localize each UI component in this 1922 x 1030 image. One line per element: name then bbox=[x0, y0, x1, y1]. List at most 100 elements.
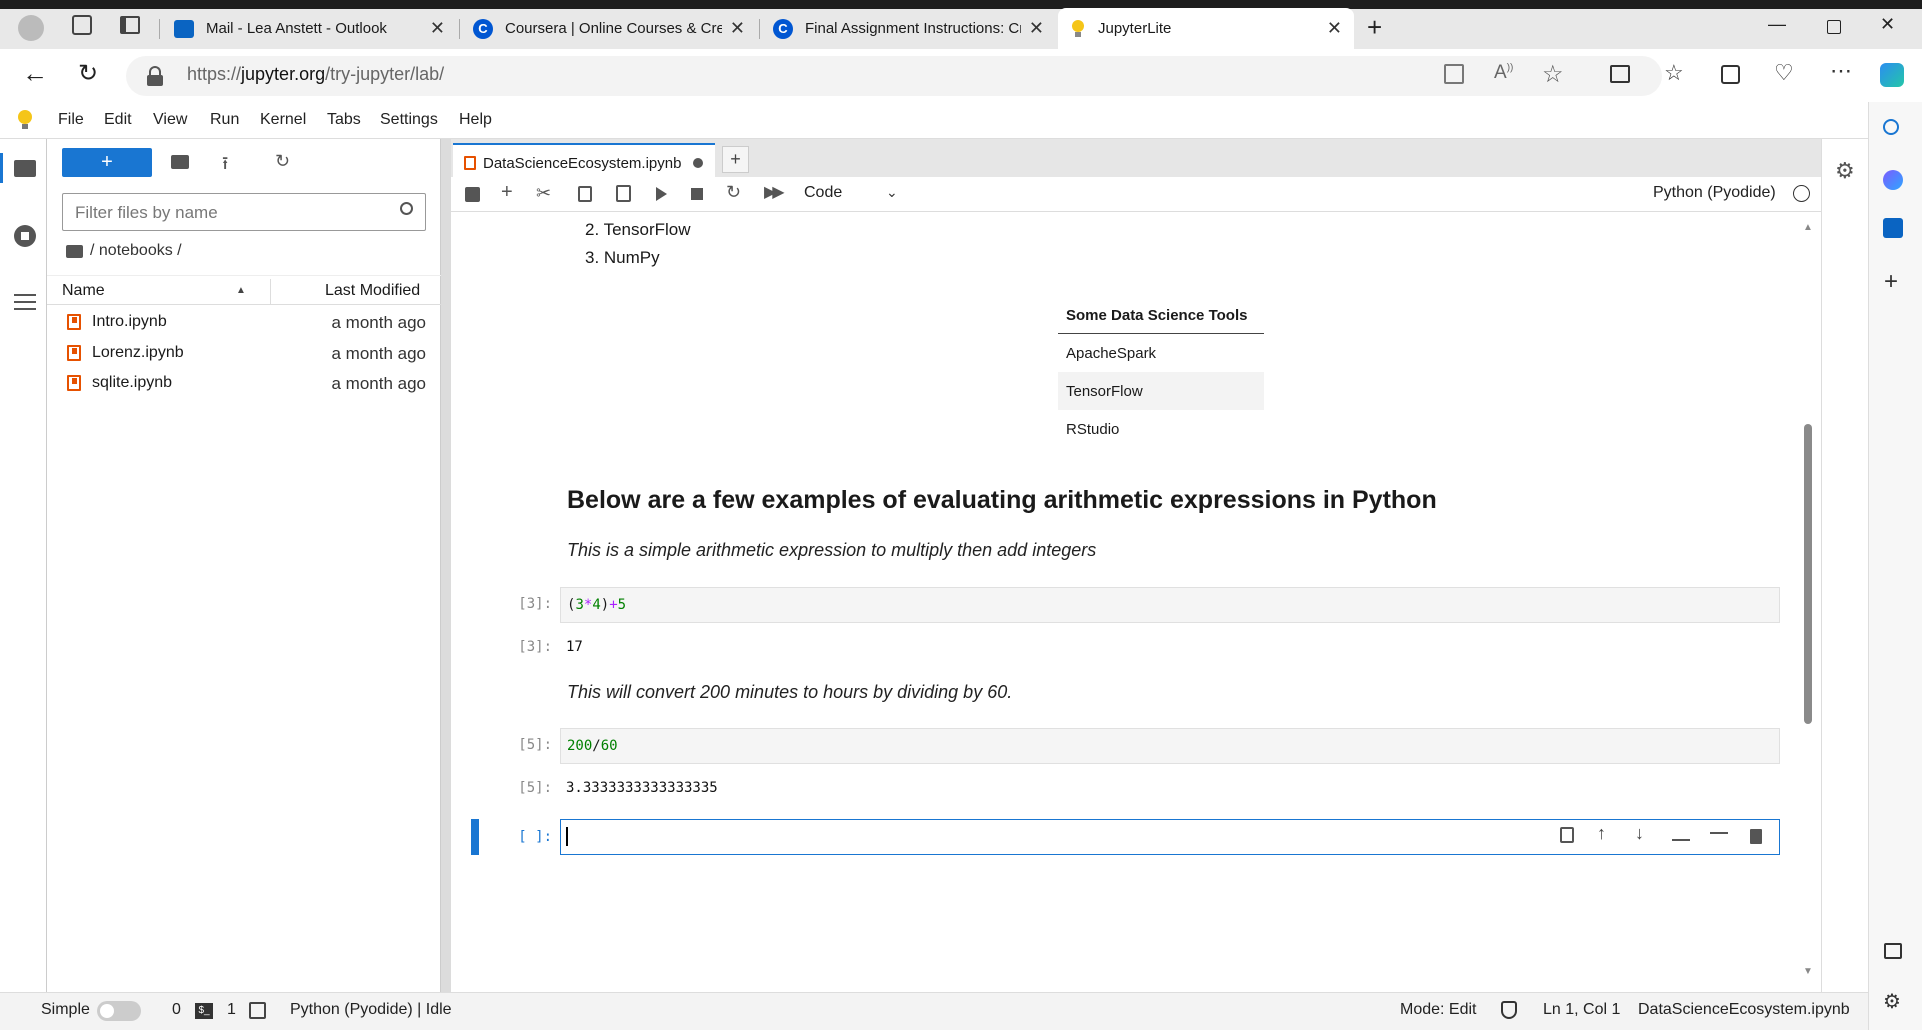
file-item[interactable]: Intro.ipynb a month ago bbox=[47, 307, 441, 338]
menu-tabs[interactable]: Tabs bbox=[327, 111, 361, 129]
kernels-count[interactable]: 1 bbox=[227, 1001, 236, 1019]
breadcrumb[interactable]: / notebooks / bbox=[90, 242, 182, 260]
menu-kernel[interactable]: Kernel bbox=[260, 111, 306, 129]
jupyter-logo-icon bbox=[16, 108, 34, 132]
code-cell-input[interactable]: (3*4)+5 bbox=[560, 587, 1780, 623]
kernel-name[interactable]: Python (Pyodide) bbox=[1653, 184, 1776, 202]
new-folder-icon[interactable] bbox=[171, 155, 189, 169]
copy-icon[interactable] bbox=[578, 186, 592, 202]
workspaces-icon[interactable] bbox=[72, 15, 92, 35]
menu-edit[interactable]: Edit bbox=[104, 111, 132, 129]
browser-essentials-icon[interactable]: ♡ bbox=[1774, 60, 1794, 86]
duplicate-cell-icon[interactable] bbox=[1560, 827, 1574, 843]
vertical-tabs-icon[interactable] bbox=[120, 16, 140, 34]
notebook-tab[interactable]: DataScienceEcosystem.ipynb bbox=[453, 143, 715, 178]
split-screen-icon[interactable] bbox=[1610, 65, 1630, 83]
column-name[interactable]: Name bbox=[62, 282, 105, 300]
edit-mode[interactable]: Mode: Edit bbox=[1400, 1001, 1476, 1019]
menu-settings[interactable]: Settings bbox=[380, 111, 438, 129]
delete-cell-icon[interactable] bbox=[1750, 829, 1762, 844]
current-filename[interactable]: DataScienceEcosystem.ipynb bbox=[1638, 1001, 1850, 1019]
column-last-modified[interactable]: Last Modified bbox=[325, 282, 420, 300]
scrollbar-thumb[interactable] bbox=[1804, 424, 1812, 724]
paste-icon[interactable] bbox=[616, 185, 631, 202]
search-icon[interactable] bbox=[1883, 119, 1899, 135]
menu-file[interactable]: File bbox=[58, 111, 84, 129]
table-row: RStudio bbox=[1066, 421, 1120, 438]
refresh-button[interactable]: ↻ bbox=[78, 59, 98, 88]
save-icon[interactable] bbox=[465, 187, 480, 202]
insert-below-icon[interactable] bbox=[1672, 827, 1690, 841]
upload-icon[interactable]: ⭱ bbox=[222, 151, 228, 181]
collections-icon[interactable] bbox=[1721, 65, 1740, 84]
markdown-text: This is a simple arithmetic expression t… bbox=[567, 540, 1097, 560]
scroll-down-icon[interactable]: ▼ bbox=[1803, 966, 1813, 977]
refresh-files-icon[interactable]: ↻ bbox=[275, 151, 290, 172]
close-icon[interactable]: ✕ bbox=[730, 18, 745, 39]
panel-splitter[interactable] bbox=[441, 139, 451, 992]
favorite-icon[interactable]: ☆ bbox=[1542, 60, 1564, 89]
move-down-icon[interactable]: ↓ bbox=[1635, 823, 1653, 843]
stop-icon[interactable] bbox=[691, 188, 703, 200]
tab-final-assignment[interactable]: C Final Assignment Instructions: Cr ✕ bbox=[761, 8, 1056, 49]
notebook-tab-title: DataScienceEcosystem.ipynb bbox=[483, 155, 682, 172]
minimize-button[interactable]: — bbox=[1768, 14, 1786, 35]
close-icon[interactable]: ✕ bbox=[1029, 18, 1044, 39]
copilot-icon[interactable] bbox=[1880, 63, 1904, 87]
running-icon[interactable] bbox=[14, 225, 36, 247]
scroll-up-icon[interactable]: ▲ bbox=[1803, 222, 1813, 233]
cell-type-select[interactable]: Code bbox=[804, 184, 842, 202]
tab-jupyterlite[interactable]: JupyterLite ✕ bbox=[1058, 8, 1354, 49]
new-tab-button[interactable]: + bbox=[1367, 12, 1382, 43]
kernel-status[interactable]: Python (Pyodide) | Idle bbox=[290, 1001, 452, 1019]
copilot-app-icon[interactable] bbox=[1883, 170, 1903, 190]
shield-icon[interactable] bbox=[1501, 1001, 1517, 1019]
read-aloud-icon[interactable]: A)) bbox=[1494, 62, 1513, 84]
menu-view[interactable]: View bbox=[153, 111, 187, 129]
folder-icon[interactable] bbox=[14, 160, 36, 177]
close-icon[interactable]: ✕ bbox=[430, 18, 445, 39]
back-button[interactable]: ← bbox=[22, 60, 48, 86]
run-icon[interactable] bbox=[656, 187, 667, 201]
kernel-chip-icon[interactable] bbox=[249, 1002, 266, 1019]
more-icon[interactable]: ⋯ bbox=[1830, 58, 1852, 84]
cut-icon[interactable]: ✂ bbox=[536, 183, 551, 204]
fast-forward-icon[interactable]: ▶▶ bbox=[764, 182, 785, 202]
tab-coursera[interactable]: C Coursera | Online Courses & Cre ✕ bbox=[461, 8, 757, 49]
cursor-position[interactable]: Ln 1, Col 1 bbox=[1543, 1001, 1620, 1019]
move-up-icon[interactable]: ↑ bbox=[1597, 823, 1615, 843]
url-text[interactable]: https://jupyter.org/try-jupyter/lab/ bbox=[187, 64, 444, 85]
app-available-icon[interactable] bbox=[1444, 64, 1464, 84]
input-prompt: [5]: bbox=[518, 737, 552, 753]
terminal-icon[interactable]: $_ bbox=[195, 1003, 213, 1019]
add-app-icon[interactable]: + bbox=[1884, 268, 1898, 296]
favorites-icon[interactable]: ☆ bbox=[1664, 60, 1684, 86]
toc-icon[interactable] bbox=[14, 294, 36, 310]
restore-button[interactable] bbox=[1827, 20, 1841, 34]
new-launcher-button[interactable]: + bbox=[62, 148, 152, 177]
restart-icon[interactable]: ↻ bbox=[726, 182, 741, 203]
unsaved-dot-icon[interactable] bbox=[693, 158, 703, 168]
code-cell-input[interactable]: 200/60 bbox=[560, 728, 1780, 764]
file-item[interactable]: Lorenz.ipynb a month ago bbox=[47, 338, 441, 369]
menu-run[interactable]: Run bbox=[210, 111, 239, 129]
settings-icon[interactable]: ⚙ bbox=[1883, 989, 1901, 1014]
tab-outlook[interactable]: Mail - Lea Anstett - Outlook ✕ bbox=[162, 8, 457, 49]
insert-above-icon[interactable] bbox=[1710, 832, 1728, 846]
terminals-count[interactable]: 0 bbox=[172, 1001, 181, 1019]
table-header: Some Data Science Tools bbox=[1058, 296, 1264, 334]
data-science-tools-table: Some Data Science Tools ApacheSpark Tens… bbox=[1058, 296, 1264, 448]
profile-avatar[interactable] bbox=[18, 15, 44, 41]
filter-files-input[interactable]: Filter files by name bbox=[62, 193, 426, 231]
file-item[interactable]: sqlite.ipynb a month ago bbox=[47, 368, 441, 399]
property-inspector-icon[interactable]: ⚙ bbox=[1835, 158, 1855, 184]
close-icon[interactable]: ✕ bbox=[1327, 18, 1342, 39]
input-prompt: [ ]: bbox=[518, 829, 552, 845]
window-close-button[interactable]: ✕ bbox=[1880, 14, 1895, 35]
outlook-icon[interactable] bbox=[1883, 218, 1903, 238]
add-cell-icon[interactable]: + bbox=[501, 181, 513, 204]
menu-help[interactable]: Help bbox=[459, 111, 492, 129]
simple-mode-toggle[interactable] bbox=[97, 1001, 141, 1021]
sidebar-toggle-icon[interactable] bbox=[1884, 943, 1902, 959]
new-tab-plus-button[interactable]: + bbox=[722, 146, 749, 173]
